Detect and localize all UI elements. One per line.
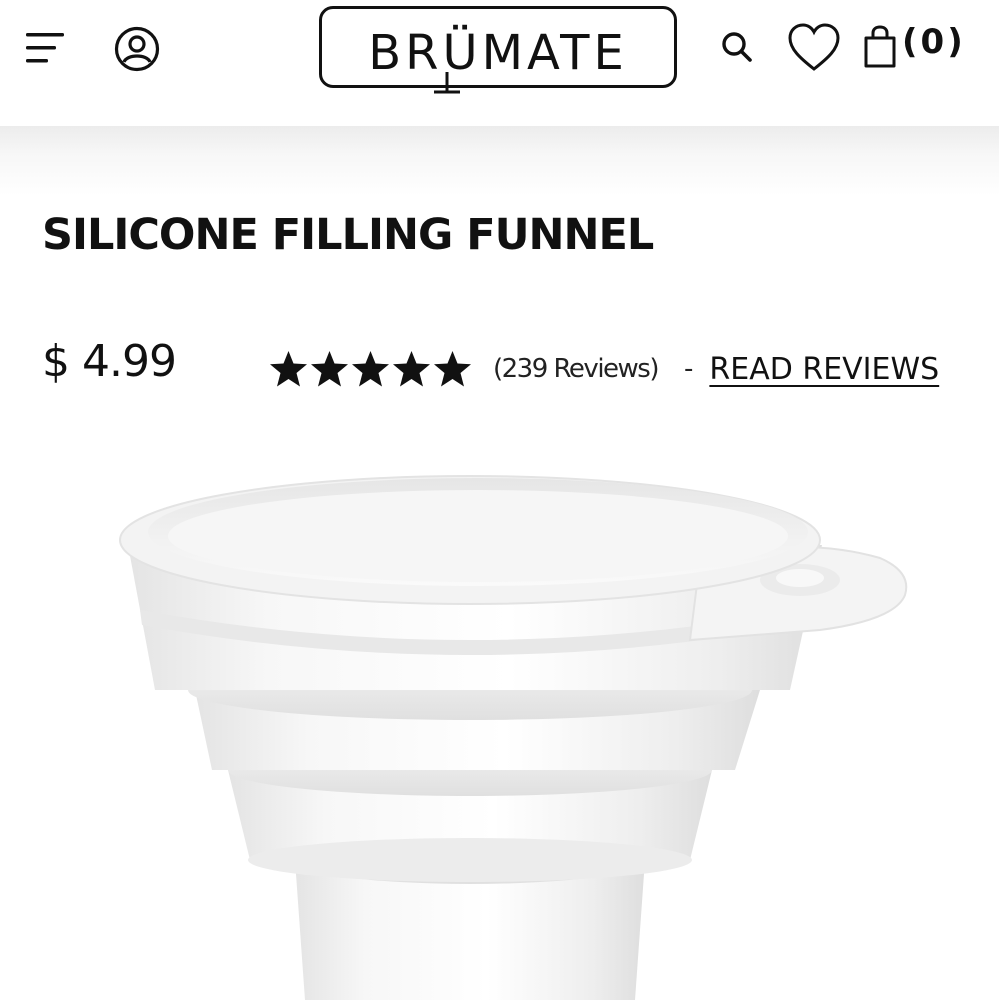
heart-icon[interactable] — [786, 22, 842, 74]
star-icon — [352, 351, 389, 387]
star-icon — [434, 351, 471, 387]
rating-stars[interactable] — [268, 349, 473, 389]
star-icon — [393, 351, 430, 387]
star-icon — [311, 351, 348, 387]
user-account-icon[interactable] — [112, 24, 162, 74]
hamburger-menu-icon[interactable] — [24, 28, 68, 68]
product-title: SILICONE FILLING FUNNEL — [42, 210, 654, 260]
shopping-bag-icon[interactable] — [862, 24, 898, 70]
read-reviews-link[interactable]: READ REVIEWS — [709, 352, 939, 387]
search-icon[interactable] — [718, 28, 756, 66]
star-icon — [270, 351, 307, 387]
brand-logo[interactable]: BRÜMATE — [319, 6, 677, 94]
separator: - — [684, 354, 694, 384]
header-divider-shadow — [0, 126, 999, 196]
product-price: $ 4.99 — [42, 336, 177, 387]
cart-count[interactable]: (0) — [902, 22, 966, 62]
product-page: BRÜMATE (0) SILICONE FILLING FUNNEL $ 4.… — [0, 0, 999, 1000]
brand-logo-text: BRÜMATE — [368, 25, 628, 81]
product-rating: (239 Reviews) - READ REVIEWS — [268, 347, 939, 391]
site-header: BRÜMATE (0) — [0, 0, 999, 126]
product-image[interactable] — [0, 440, 999, 1000]
review-count: (239 Reviews) — [493, 354, 660, 384]
